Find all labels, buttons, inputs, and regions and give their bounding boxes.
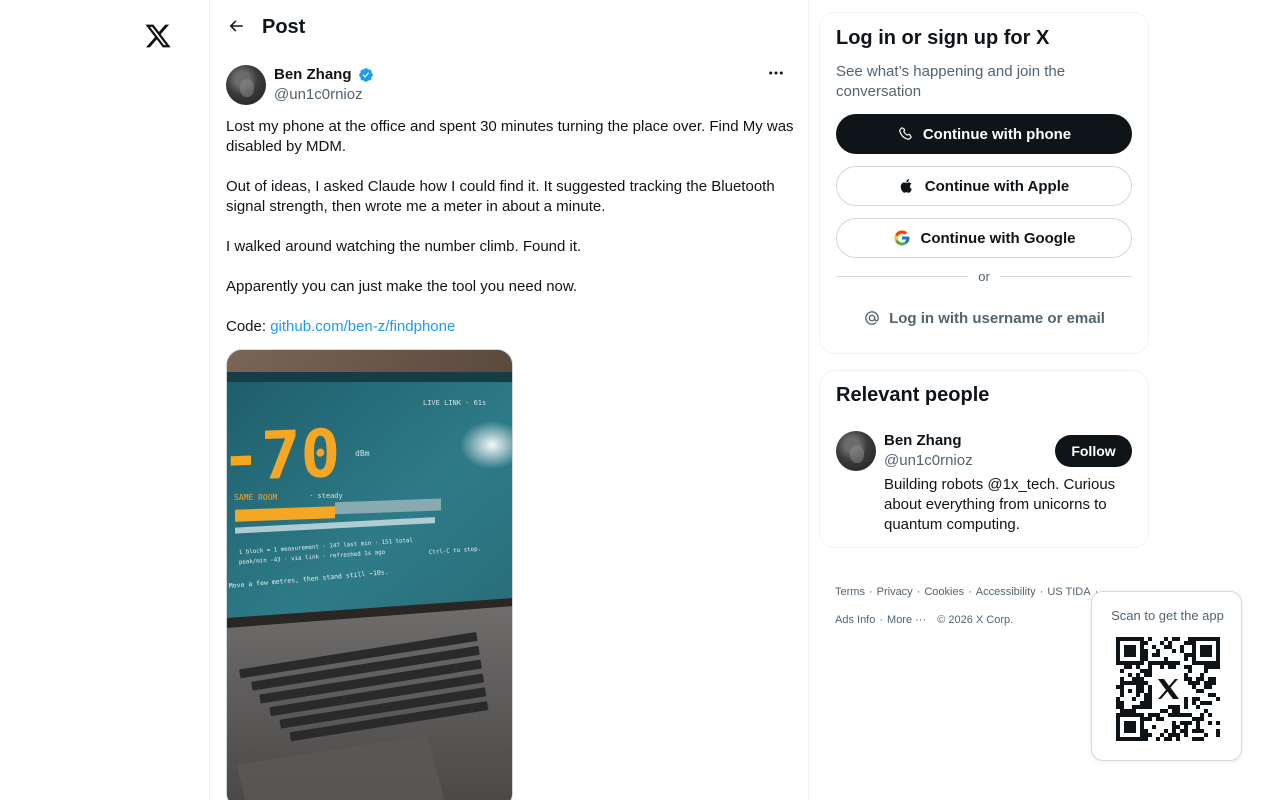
more-options-button[interactable] [764, 62, 788, 84]
tweet-text: Lost my phone at the office and spent 30… [226, 117, 798, 357]
tweet-media-photo[interactable]: -70 dBm LIVE LINK · 61s SAME ROOM · stea… [226, 349, 513, 800]
footer-copyright: © 2026 X Corp. [937, 614, 1014, 626]
signal-readout: -70 [227, 415, 340, 496]
tweet-paragraph: I walked around watching the number clim… [226, 238, 582, 255]
author-name-text: Ben Zhang [274, 66, 352, 83]
back-button[interactable] [224, 14, 248, 38]
page-title: Post [262, 16, 306, 38]
at-sign-icon [865, 311, 879, 325]
continue-with-phone-button[interactable]: Continue with phone [836, 114, 1132, 154]
login-title: Log in or sign up for X [836, 27, 1050, 49]
google-button-label: Continue with Google [920, 229, 1076, 247]
apple-button-label: Continue with Apple [924, 177, 1070, 195]
get-app-qr-card[interactable]: Scan to get the app [1091, 591, 1242, 761]
live-link-label: LIVE LINK · 61s [423, 399, 486, 407]
trend-label: · steady [309, 492, 343, 500]
verified-badge-icon [358, 68, 373, 82]
tweet-code-line: Code: github.com/ben-z/findphone [226, 317, 798, 337]
divider-line [836, 276, 969, 277]
apple-icon [900, 179, 912, 193]
more-horizontal-icon [769, 71, 783, 75]
footer-link-privacy[interactable]: Privacy [877, 586, 913, 598]
continue-with-apple-button[interactable]: Continue with Apple [836, 166, 1132, 206]
login-card: Log in or sign up for X See what’s happe… [819, 12, 1149, 354]
login-username-button[interactable]: Log in with username or email [836, 307, 1132, 329]
tweet-paragraph: Lost my phone at the office and spent 30… [226, 118, 794, 155]
post-header: Post [210, 0, 808, 53]
arrow-left-icon [229, 20, 243, 32]
continue-with-google-button[interactable]: Continue with Google [836, 218, 1132, 258]
tweet-paragraph: Out of ideas, I asked Claude how I could… [226, 178, 775, 215]
status-label: SAME ROOM [234, 493, 278, 502]
phone-button-label: Continue with phone [922, 125, 1072, 143]
footer-link-ads-info[interactable]: Ads Info [835, 614, 875, 626]
person-name[interactable]: Ben Zhang [884, 432, 962, 450]
google-icon [894, 230, 909, 246]
phone-icon [899, 127, 912, 140]
x-logo-icon[interactable] [144, 22, 172, 50]
footer-link-accessibility[interactable]: Accessibility [976, 586, 1036, 598]
laptop-photo: -70 dBm LIVE LINK · 61s SAME ROOM · stea… [227, 350, 512, 800]
username-button-label: Log in with username or email [889, 309, 1105, 327]
relevant-people-card: Relevant people Ben Zhang @un1c0rnioz Fo… [819, 370, 1149, 548]
footer-links: Terms · Privacy · Cookies · Accessibility · US T… [835, 586, 1098, 626]
divider-line [999, 276, 1132, 277]
relevant-people-title: Relevant people [836, 384, 990, 406]
person-avatar[interactable] [836, 431, 876, 471]
author-avatar[interactable] [226, 65, 266, 105]
follow-button[interactable]: Follow [1055, 435, 1132, 467]
or-divider: or [836, 269, 1132, 284]
login-subtitle: See what’s happening and join the conver… [836, 63, 1066, 100]
left-rail [0, 0, 210, 800]
main-column: Post Ben Zhang @un1c0rnioz Lost my phone… [210, 0, 809, 800]
tweet-paragraph: Apparently you can just make the tool yo… [226, 278, 578, 295]
footer-link-tida[interactable]: US TIDA [1047, 586, 1090, 598]
code-link[interactable]: github.com/ben-z/findphone [270, 318, 455, 335]
signal-unit: dBm [355, 449, 370, 458]
or-label: or [978, 269, 990, 284]
person-bio: Building robots @1x_tech. Curious about … [884, 476, 1116, 533]
qr-label: Scan to get the app [1111, 608, 1224, 623]
person-handle[interactable]: @un1c0rnioz [884, 452, 973, 470]
author-name[interactable]: Ben Zhang [274, 66, 374, 84]
qr-code-icon [1116, 637, 1220, 741]
footer-link-cookies[interactable]: Cookies [924, 586, 964, 598]
footer-link-more[interactable]: More ··· [887, 614, 926, 626]
code-prefix: Code: [226, 318, 271, 335]
footer-link-terms[interactable]: Terms [835, 586, 865, 598]
author-handle[interactable]: @un1c0rnioz [274, 86, 363, 104]
